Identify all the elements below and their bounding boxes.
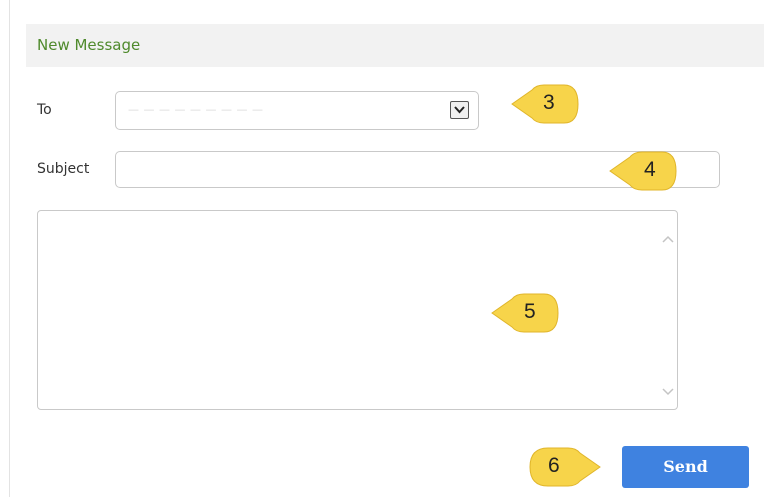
recipient-select[interactable]: — — — — — — — — — [115,91,479,130]
page-title: New Message [37,36,141,54]
callout-5-number: 5 [524,300,536,323]
callout-6-number: 6 [548,454,560,477]
scroll-up-icon[interactable] [662,228,674,247]
subject-label: Subject [37,161,90,177]
message-body-textarea[interactable] [37,210,678,410]
chevron-down-icon[interactable] [450,101,469,119]
scroll-down-icon[interactable] [662,381,674,400]
left-divider [9,0,10,497]
callout-4-number: 4 [644,158,656,181]
recipient-selected-value: — — — — — — — — — [128,103,264,116]
form-header: New Message [26,24,764,67]
to-label: To [37,102,52,118]
callout-3-number: 3 [543,91,555,114]
send-button[interactable]: Send [622,446,749,488]
